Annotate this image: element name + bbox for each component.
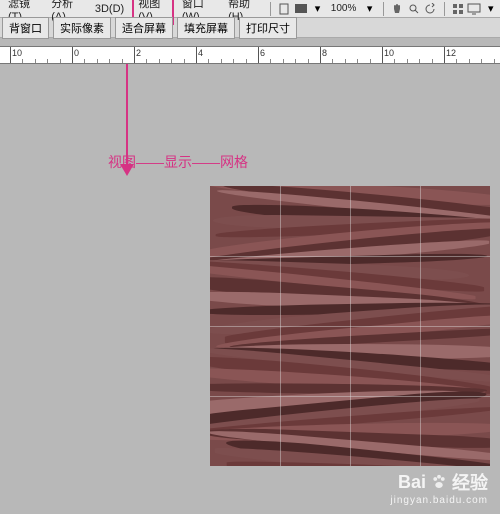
ruler-tick-label: 6: [260, 48, 265, 58]
ruler-tick-label: 12: [446, 48, 456, 58]
document-canvas[interactable]: [210, 186, 490, 466]
paw-icon: [430, 473, 448, 491]
actual-pixels-button[interactable]: 实际像素: [53, 17, 111, 39]
canvas-area: 视图——显示——网格 Bai 经验 jingyan.baidu.com: [0, 64, 500, 514]
ruler-tick-label: 2: [136, 48, 141, 58]
grid-line: [420, 186, 421, 466]
menubar: 滤镜(T) 分析(A) 3D(D) 视图(V) 窗口(W) 帮助(H) ▾ 10…: [0, 0, 500, 18]
grid-icon[interactable]: [450, 1, 465, 17]
grid-line: [210, 396, 490, 397]
watermark-url: jingyan.baidu.com: [390, 495, 488, 506]
ruler-tick-label: 4: [198, 48, 203, 58]
ruler-tick: [444, 47, 445, 64]
doc-icon[interactable]: [277, 1, 292, 17]
ruler-tick: [320, 47, 321, 64]
ruler-tick: [258, 47, 259, 64]
grid-line: [210, 326, 490, 327]
watermark-brand2: 经验: [452, 469, 488, 495]
ruler-tick-label: 10: [12, 48, 22, 58]
ruler-tick: [382, 47, 383, 64]
ruler-tick-label: 8: [322, 48, 327, 58]
watermark-brand: Bai: [398, 472, 426, 493]
options-bar: 背窗口 实际像素 适合屏幕 填充屏幕 打印尺寸: [0, 18, 500, 38]
watermark: Bai 经验 jingyan.baidu.com: [390, 469, 488, 506]
dropdown-icon[interactable]: ▾: [310, 1, 325, 17]
horizontal-ruler: 1002468101214: [0, 46, 500, 64]
menu-3d[interactable]: 3D(D): [89, 2, 130, 16]
rotate-icon[interactable]: [423, 1, 438, 17]
divider: [383, 2, 384, 16]
print-size-button[interactable]: 打印尺寸: [239, 17, 297, 39]
ruler-tick: [10, 47, 11, 64]
zoom-value[interactable]: 100%: [327, 3, 361, 14]
monitor-icon[interactable]: [467, 1, 482, 17]
monitor-dropdown-icon[interactable]: ▾: [483, 1, 498, 17]
ruler-tick-label: 0: [74, 48, 79, 58]
divider: [444, 2, 445, 16]
zoom-icon[interactable]: [406, 1, 421, 17]
hand-icon[interactable]: [390, 1, 405, 17]
fit-screen-button[interactable]: 适合屏幕: [115, 17, 173, 39]
divider: [270, 2, 271, 16]
ruler-tick: [134, 47, 135, 64]
zoom-dropdown-icon[interactable]: ▾: [362, 1, 377, 17]
fill-screen-button[interactable]: 填充屏幕: [177, 17, 235, 39]
ruler-tick: [72, 47, 73, 64]
screen-mode-icon[interactable]: [294, 1, 309, 17]
ruler-tick-label: 10: [384, 48, 394, 58]
annotation-text: 视图——显示——网格: [108, 152, 248, 172]
ruler-tick: [196, 47, 197, 64]
window-button[interactable]: 背窗口: [2, 17, 49, 39]
